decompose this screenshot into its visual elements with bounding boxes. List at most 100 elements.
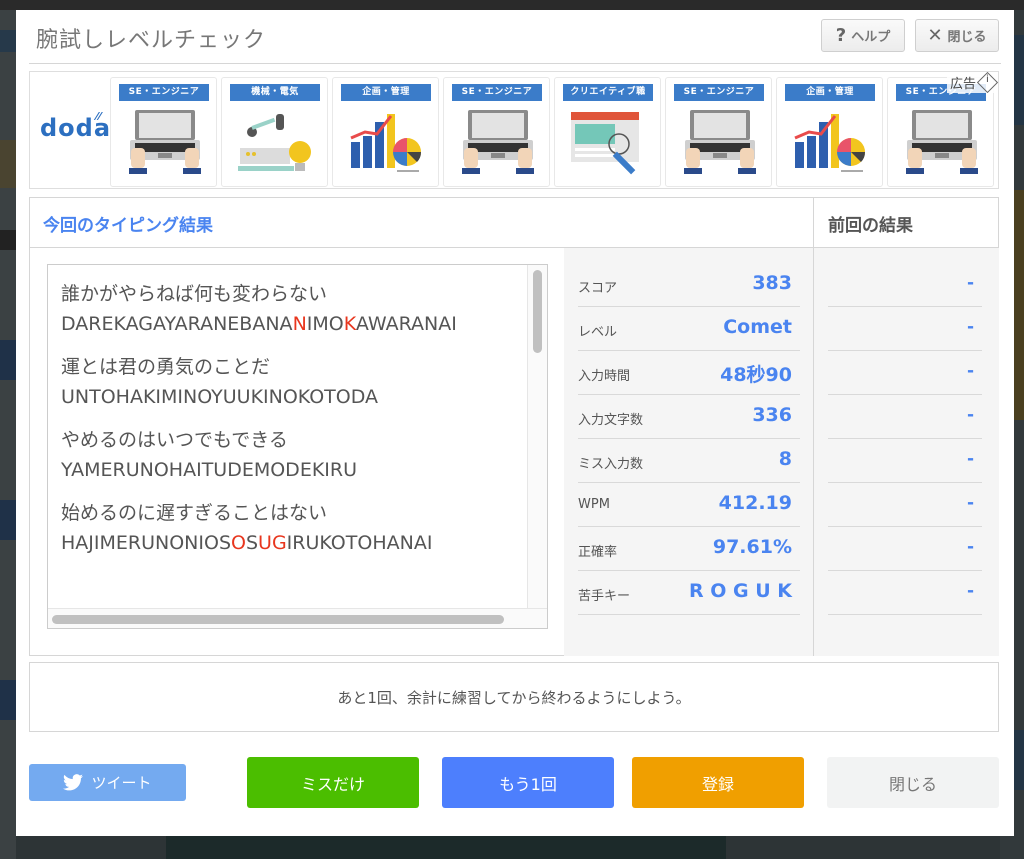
sentence-romaji: HAJIMERUNONIOSOSUGIRUKOTOHANAI (61, 528, 521, 558)
sentence-list: 誰かがやらねば何も変わらない DAREKAGAYARANEBANANIMOKAWA… (61, 279, 521, 571)
close-icon: ✕ (927, 25, 943, 46)
level-check-modal: 腕試しレベルチェック ? ヘルプ ✕ 閉じる doda ⁄⁄ SE・エンジニア 機… (16, 10, 1014, 836)
sentence-japanese: 誰かがやらねば何も変わらない (61, 283, 328, 305)
sentence-romaji: YAMERUNOHAITUDEMODEKIRU (61, 455, 521, 485)
stat-value: 412.19 (718, 492, 792, 514)
previous-stat-value: - (966, 581, 974, 601)
sentence-japanese: やめるのはいつでもできる (61, 429, 288, 451)
ad-card-label: SE・エンジニア (119, 84, 209, 101)
horizontal-scroll-thumb[interactable] (52, 615, 504, 624)
help-button-label: ヘルプ (851, 30, 891, 45)
current-results-title: 今回のタイピング結果 (43, 216, 213, 236)
background-bottom-strip (16, 835, 1000, 859)
logo-sparkle-icon: ⁄⁄ (96, 110, 102, 123)
laptop-hands-illustration-icon (458, 108, 538, 178)
ad-card[interactable]: SE・エンジニア (665, 77, 772, 187)
robot-arm-bulb-illustration-icon (236, 108, 316, 178)
stat-row: ミス入力数 8 (578, 439, 800, 483)
ad-card[interactable]: 企画・管理 (332, 77, 439, 187)
stat-row: 正確率 97.61% (578, 527, 800, 571)
sentence-item: 誰かがやらねば何も変わらない DAREKAGAYARANEBANANIMOKAWA… (61, 279, 521, 339)
help-button[interactable]: ? ヘルプ (821, 19, 905, 52)
tweet-button[interactable]: ツイート (29, 764, 186, 801)
sentence-item: 始めるのに遅すぎることはない HAJIMERUNONIOSOSUGIRUKOTOH… (61, 498, 521, 558)
doda-logo[interactable]: doda ⁄⁄ (40, 110, 111, 142)
ad-card[interactable]: SE・エンジニア (110, 77, 217, 187)
stat-value: 383 (752, 272, 792, 294)
romaji-segment: HAJIMERUNONIOS (61, 532, 231, 554)
romaji-segment: UNTOHAKIMINOYUUKINOKOTODA (61, 386, 379, 408)
stat-row: レベル Comet (578, 307, 800, 351)
previous-stat-row: - (828, 395, 982, 439)
ad-card[interactable]: SE・エンジニア (443, 77, 550, 187)
ad-card[interactable]: 企画・管理 (776, 77, 883, 187)
stat-label: スコア (578, 281, 618, 296)
stat-label: WPM (578, 497, 610, 512)
previous-stat-row: - (828, 483, 982, 527)
stat-value: 336 (752, 404, 792, 426)
previous-stat-value: - (966, 405, 974, 425)
vertical-scrollbar[interactable] (527, 265, 547, 609)
stat-row: 入力文字数 336 (578, 395, 800, 439)
close-button[interactable]: 閉じる (827, 757, 999, 808)
sentence-japanese: 運とは君の勇気のことだ (61, 356, 271, 378)
stat-value: 8 (778, 448, 792, 470)
laptop-hands-illustration-icon (680, 108, 760, 178)
modal-title: 腕試しレベルチェック (36, 28, 267, 53)
advice-comment: あと1回、余計に練習してから終わるようにしよう。 (337, 688, 691, 707)
stat-row: スコア 383 (578, 263, 800, 307)
background-top-bar (0, 0, 1024, 10)
romaji-segment: IRUKOTOHANAI (286, 532, 433, 554)
tweet-button-label: ツイート (91, 774, 152, 792)
romaji-segment: DAREKAGAYARANEBANA (61, 313, 293, 335)
ad-card[interactable]: クリエイティブ職 (554, 77, 661, 187)
previous-stat-row: - (828, 527, 982, 571)
bar-pie-chart-illustration-icon (791, 108, 871, 178)
modal-header: 腕試しレベルチェック ? ヘルプ ✕ 閉じる (29, 10, 1001, 64)
ad-card-label: SE・エンジニア (674, 84, 764, 101)
missed-character: UG (258, 532, 287, 554)
previous-stat-value: - (966, 493, 974, 513)
stat-row: 入力時間 48秒90 (578, 351, 800, 395)
sentence-japanese: 始めるのに遅すぎることはない (61, 502, 328, 524)
missed-character: K (343, 313, 356, 335)
romaji-segment: AWARANAI (355, 313, 457, 335)
ad-card[interactable]: 機械・電気 (221, 77, 328, 187)
previous-stat-value: - (966, 361, 974, 381)
miss-only-button[interactable]: ミスだけ (247, 757, 419, 808)
previous-results-title: 前回の結果 (828, 216, 913, 236)
previous-stat-row: - (828, 307, 982, 351)
background-left-strip (0, 10, 16, 859)
sentence-romaji: DAREKAGAYARANEBANANIMOKAWARANAI (61, 309, 521, 339)
header-close-button[interactable]: ✕ 閉じる (915, 19, 999, 52)
ad-card-label: SE・エンジニア (452, 84, 542, 101)
romaji-segment: IMO (306, 313, 344, 335)
stat-label: 正確率 (578, 545, 618, 560)
stat-label: 入力文字数 (578, 413, 644, 428)
previous-stat-value: - (966, 317, 974, 337)
current-results-header: 今回のタイピング結果 (30, 198, 814, 248)
horizontal-scrollbar[interactable] (48, 608, 547, 628)
retry-button[interactable]: もう1回 (442, 757, 614, 808)
twitter-bird-icon (63, 774, 84, 791)
previous-stat-row: - (828, 439, 982, 483)
stat-value: 48秒90 (720, 364, 792, 386)
typed-text-scroll-area[interactable]: 誰かがやらねば何も変わらない DAREKAGAYARANEBANANIMOKAWA… (47, 264, 548, 629)
stat-label: レベル (578, 325, 618, 340)
ad-card[interactable]: SE・エンジニア (887, 77, 994, 187)
ad-banner[interactable]: doda ⁄⁄ SE・エンジニア 機械・電気 企画・管理 SE・エンジニア クリエイティ… (29, 71, 999, 189)
ad-choices-label[interactable]: 広告 i (946, 71, 999, 94)
missed-character: N (292, 313, 307, 335)
results-panel: 今回のタイピング結果 前回の結果 誰かがやらねば何も変わらない DAREKAGAY… (29, 197, 999, 656)
previous-stat-row: - (828, 351, 982, 395)
stat-value: 97.61% (712, 536, 792, 558)
question-icon: ? (835, 25, 847, 46)
stat-value: Comet (723, 316, 792, 338)
stat-label: 入力時間 (578, 369, 631, 384)
vertical-scroll-thumb[interactable] (533, 270, 542, 353)
register-button[interactable]: 登録 (632, 757, 804, 808)
current-stats-column: スコア 383 レベル Comet 入力時間 48秒90 入力文字数 336 ミス入力数 8 WPM… (564, 248, 814, 656)
info-icon: i (976, 71, 999, 94)
previous-results-header: 前回の結果 (814, 198, 999, 248)
sentence-item: やめるのはいつでもできる YAMERUNOHAITUDEMODEKIRU (61, 425, 521, 485)
